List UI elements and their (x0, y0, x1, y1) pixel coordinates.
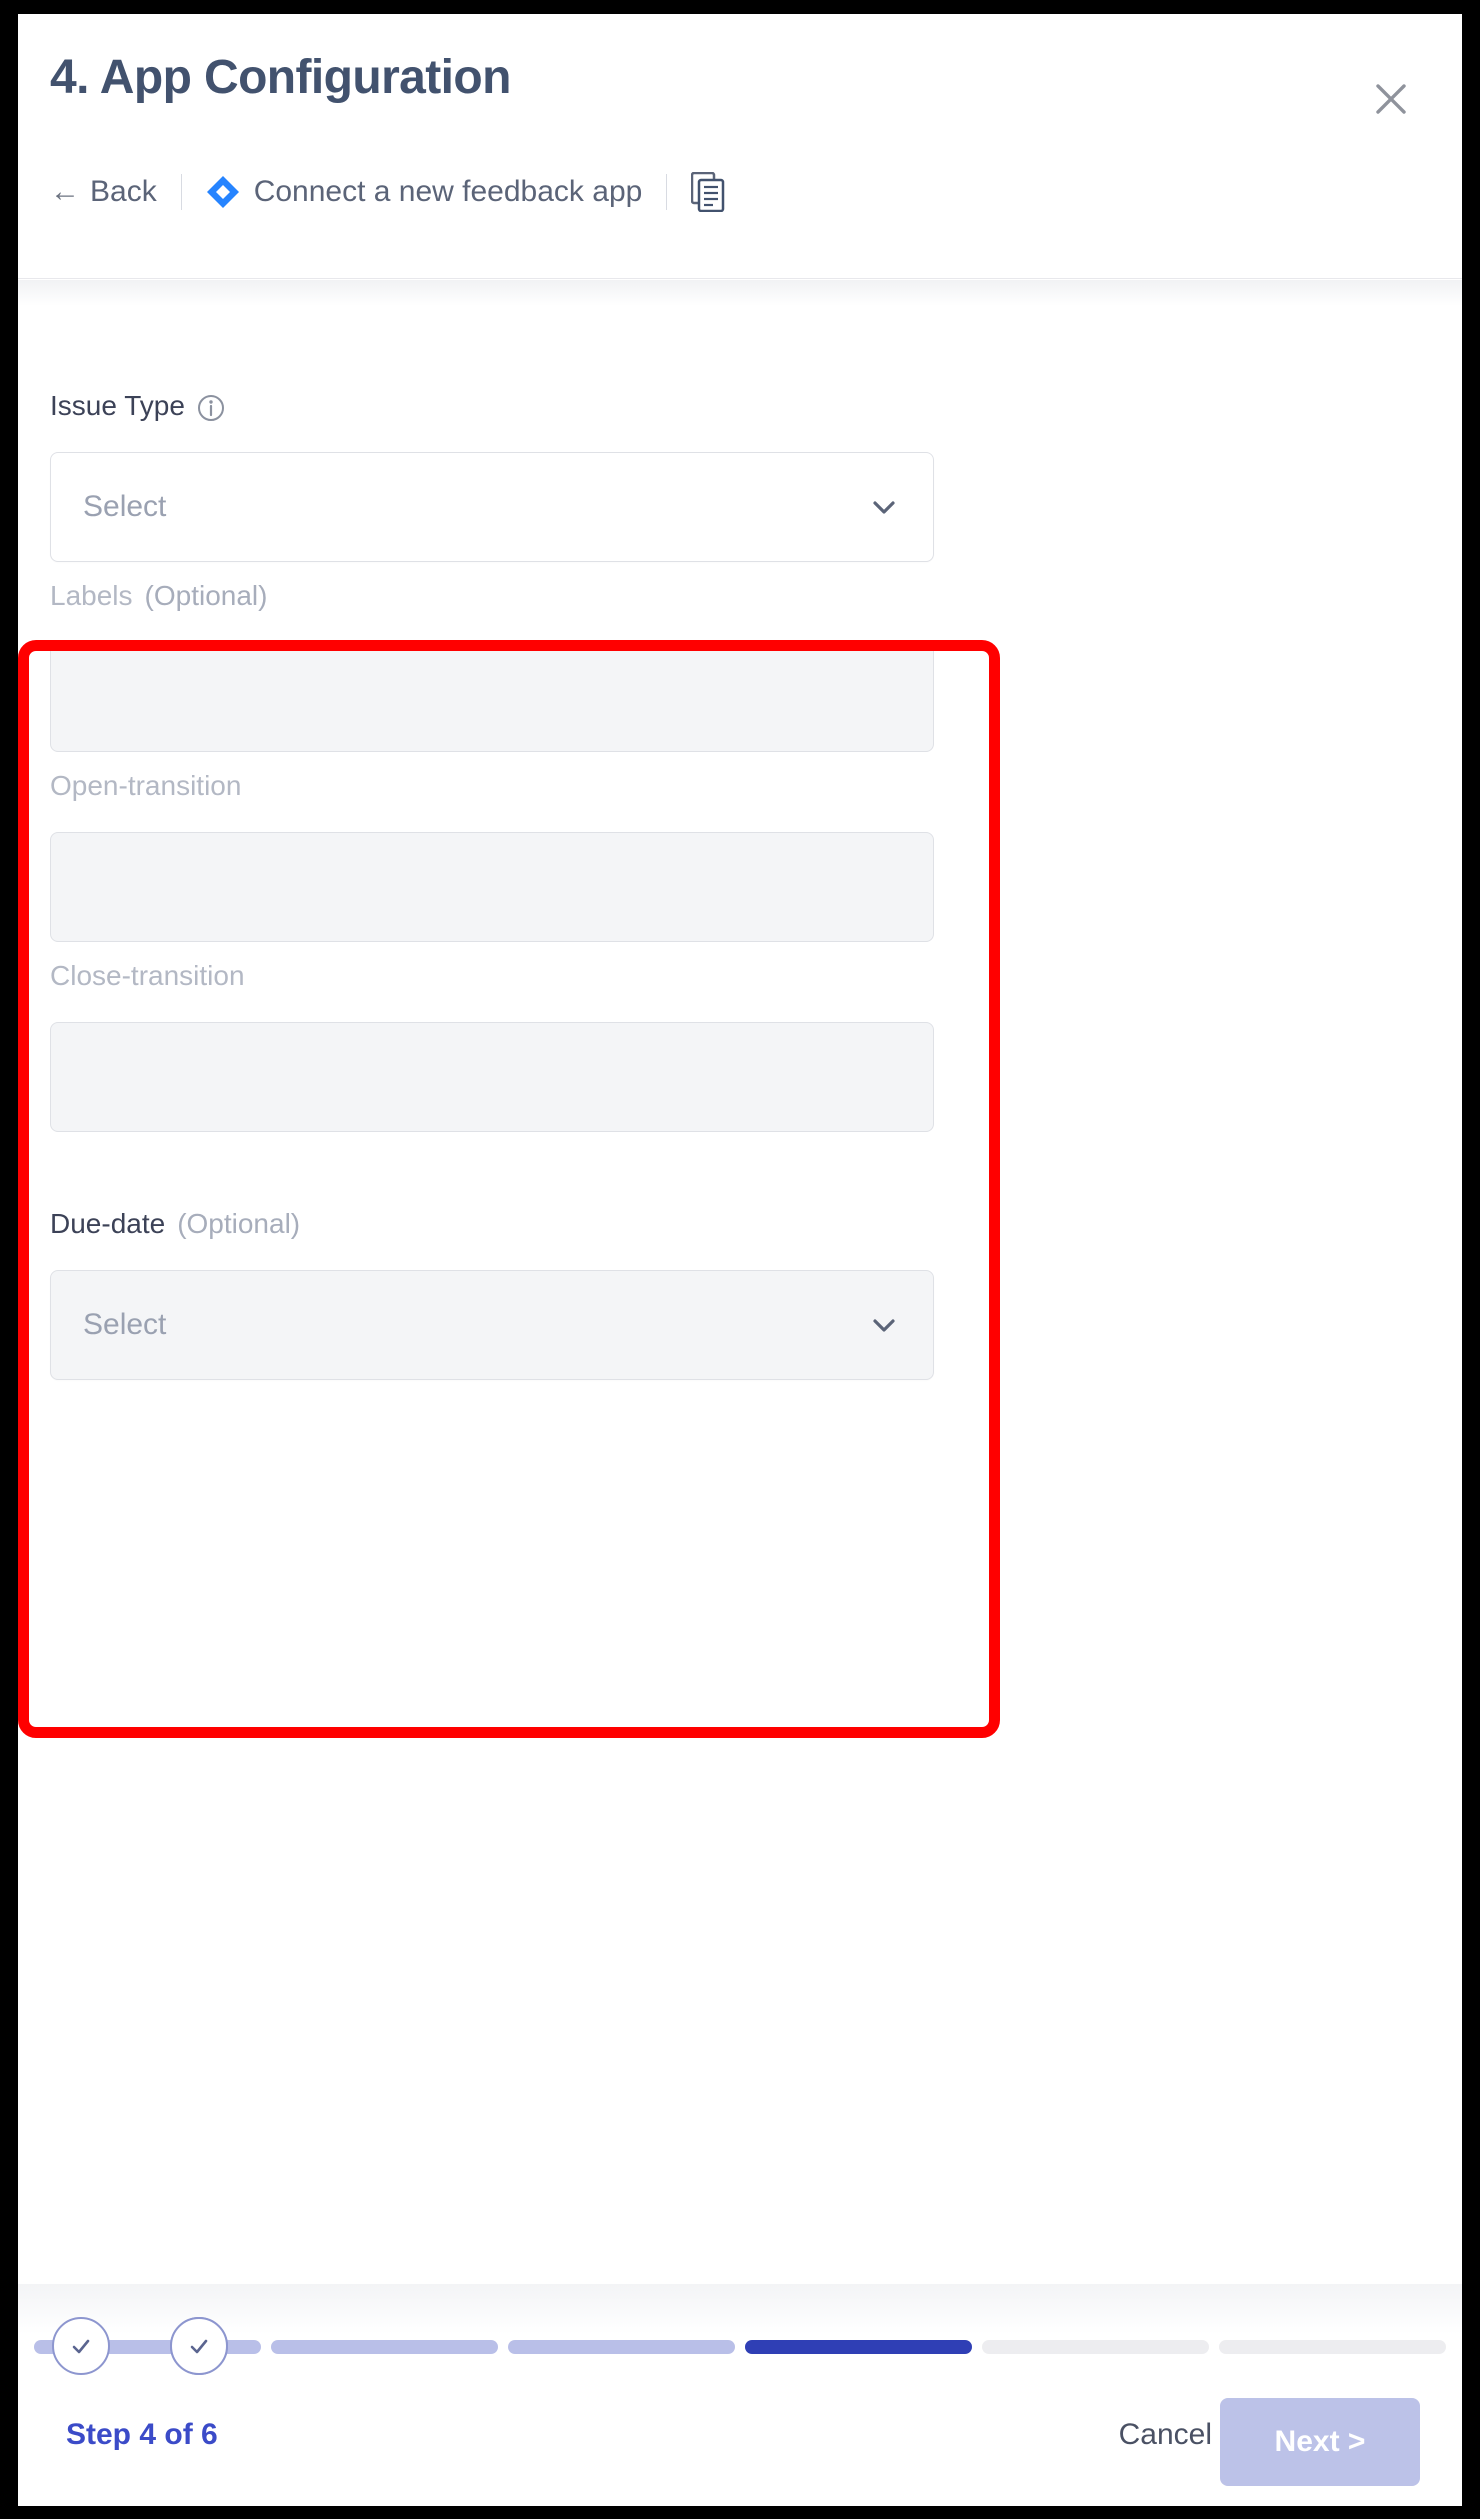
document-icon[interactable] (691, 172, 725, 212)
breadcrumb: ← Back Connect a new feedback app (50, 169, 725, 215)
field-open-transition: Open-transition (50, 770, 970, 942)
close-button[interactable] (1368, 76, 1414, 122)
field-label-issue-type: Issue Type (50, 390, 970, 422)
breadcrumb-app[interactable]: Connect a new feedback app (206, 175, 643, 209)
footer-actions: Step 4 of 6 Cancel Next > (18, 2396, 1462, 2486)
due-date-optional-text: (Optional) (177, 1208, 301, 1239)
issue-type-select[interactable]: Select (50, 452, 934, 562)
due-date-select[interactable]: Select (50, 1270, 934, 1380)
field-label-due-date: Due-date (Optional) (50, 1208, 970, 1240)
step-segment-5[interactable] (982, 2340, 1209, 2354)
chevron-down-icon (867, 1308, 901, 1342)
modal-header: 4. App Configuration ← Back Connect a ne… (18, 14, 1462, 279)
field-label-open-transition: Open-transition (50, 770, 970, 802)
field-label-labels: Labels (Optional) (50, 580, 970, 612)
field-labels: Labels (Optional) (50, 580, 970, 752)
back-label: Back (90, 175, 157, 208)
info-icon[interactable] (197, 390, 225, 422)
field-label-close-transition: Close-transition (50, 960, 970, 992)
next-button[interactable]: Next > (1220, 2398, 1420, 2486)
field-close-transition: Close-transition (50, 960, 970, 1132)
close-icon (1372, 80, 1410, 118)
back-button[interactable]: ← Back (50, 175, 157, 209)
due-date-placeholder: Select (83, 1308, 167, 1341)
step-segment-4[interactable] (745, 2340, 972, 2354)
step-check-3[interactable] (170, 2317, 228, 2375)
step-counter: Step 4 of 6 (66, 2418, 218, 2451)
breadcrumb-divider-1 (180, 174, 182, 210)
labels-optional-text: (Optional) (144, 580, 268, 611)
close-transition-input[interactable] (50, 1022, 934, 1132)
modal-footer: Step 4 of 6 Cancel Next > (18, 2284, 1462, 2506)
body-top-shade (18, 280, 1462, 306)
app-configuration-modal: 4. App Configuration ← Back Connect a ne… (18, 14, 1462, 2506)
back-arrow-icon: ← (50, 175, 80, 208)
field-due-date: Due-date (Optional) Select (50, 1208, 970, 1380)
page-title: 4. App Configuration (50, 51, 511, 104)
due-date-label-text: Due-date (50, 1208, 166, 1239)
jira-diamond-icon (206, 175, 240, 209)
issue-type-placeholder: Select (83, 490, 167, 523)
labels-label-text: Labels (50, 580, 133, 611)
step-segment-2[interactable] (170, 2317, 498, 2375)
breadcrumb-divider-2 (666, 174, 668, 210)
close-transition-label-text: Close-transition (50, 960, 245, 991)
cancel-button[interactable]: Cancel (1119, 2418, 1212, 2452)
breadcrumb-app-label: Connect a new feedback app (253, 175, 643, 208)
step-segment-3[interactable] (170, 2317, 735, 2375)
app-config-form: Issue Type Select Labels (Optional) Open… (50, 390, 970, 1398)
modal-body: Issue Type Select Labels (Optional) Open… (18, 280, 1462, 2284)
step-segment-6[interactable] (1219, 2340, 1446, 2354)
issue-type-label-text: Issue Type (50, 390, 185, 421)
chevron-down-icon (867, 490, 901, 524)
open-transition-label-text: Open-transition (50, 770, 242, 801)
field-issue-type: Issue Type Select (50, 390, 970, 562)
step-check-1[interactable] (52, 2317, 110, 2375)
step-progress-bar (34, 2317, 1446, 2375)
footer-top-shade (18, 2284, 1462, 2334)
labels-input[interactable] (50, 642, 934, 752)
open-transition-input[interactable] (50, 832, 934, 942)
